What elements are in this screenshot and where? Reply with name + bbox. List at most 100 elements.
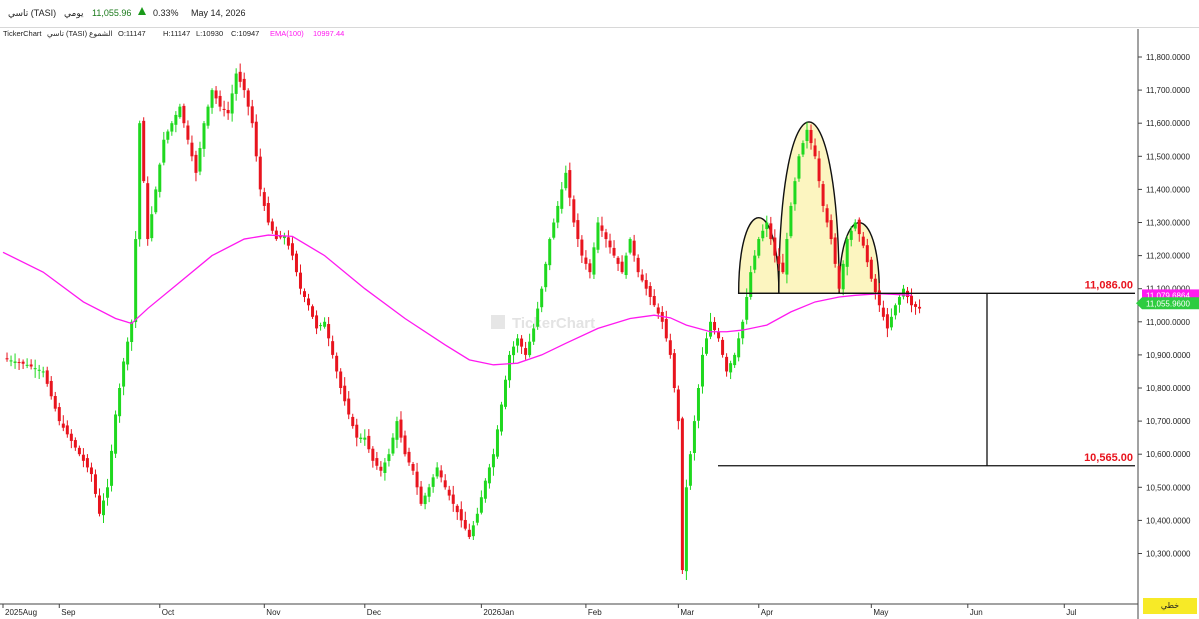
candle-body (491, 454, 495, 468)
candle-body (106, 487, 110, 498)
candle-body (81, 454, 85, 461)
candle-body (186, 125, 190, 140)
candle-body (5, 358, 9, 360)
candle-body (600, 225, 604, 231)
candle-body (616, 257, 620, 264)
x-tick-label: Feb (588, 608, 602, 617)
candle-body (367, 435, 371, 450)
candle-body (242, 78, 246, 91)
candle-body (564, 172, 568, 189)
candle-body (286, 237, 290, 246)
candle-body (97, 495, 101, 514)
candle-body (174, 114, 178, 125)
candle-body (327, 324, 331, 339)
candle-body (363, 437, 367, 440)
candle-body (636, 257, 640, 273)
candle-body (471, 525, 475, 537)
candle-body (769, 223, 773, 240)
candle-body (483, 480, 487, 499)
candle-body (676, 389, 680, 422)
candle-body (206, 106, 210, 126)
candle-body (721, 339, 725, 355)
candle-body (375, 458, 379, 466)
candle-body (556, 205, 560, 223)
candle-body (753, 255, 757, 270)
candle-body (391, 437, 395, 454)
y-tick-label: 10,400.0000 (1146, 516, 1191, 525)
candle-body (544, 263, 548, 288)
candle-body (315, 315, 319, 329)
candle-body (737, 338, 741, 358)
y-tick-label: 10,700.0000 (1146, 417, 1191, 426)
candle-body (560, 189, 564, 209)
candle-body (218, 95, 222, 107)
candle-body (833, 237, 837, 264)
candle-body (102, 500, 105, 516)
draw-mode-button[interactable]: خطي (1143, 598, 1197, 614)
candle-body (853, 222, 857, 229)
candle-body (166, 131, 170, 140)
candle-body (881, 307, 885, 317)
candle-body (841, 263, 845, 290)
candle-body (524, 348, 528, 355)
candle-body (652, 295, 656, 306)
candle-body (592, 247, 596, 275)
candle-body (355, 424, 359, 438)
watermark: TickerChart (491, 315, 595, 332)
candle-body (628, 239, 632, 253)
candle-body (154, 189, 158, 213)
candle-body (443, 480, 447, 488)
x-axis: 2025Aug Sep Oct Nov Dec 2026Jan Feb Mar Apr May Ju… (2, 604, 1077, 617)
candle-body (65, 425, 69, 435)
candle-body (61, 423, 65, 428)
candle-body (552, 222, 556, 238)
candle-body (419, 486, 423, 504)
y-tick-label: 11,600.0000 (1146, 119, 1190, 128)
y-tick-label: 11,700.0000 (1146, 86, 1190, 95)
candle-body (672, 353, 676, 388)
candle-body (725, 356, 729, 372)
candle-body (781, 262, 785, 273)
candle-body (222, 108, 226, 110)
candle-body (158, 164, 162, 192)
y-tick-label: 10,300.0000 (1146, 550, 1191, 559)
candle-body (620, 261, 624, 273)
candle-body (246, 90, 250, 107)
candle-body (343, 385, 347, 402)
candle-body (294, 253, 298, 273)
candle-body (837, 266, 841, 289)
candle-body (459, 509, 463, 521)
candle-body (745, 296, 749, 320)
candle-body (861, 236, 865, 246)
candle-body (41, 371, 45, 373)
candle-body (254, 121, 258, 157)
candle-body (540, 288, 544, 308)
candle-body (829, 220, 833, 240)
candle-body (403, 435, 407, 455)
candle-body (118, 388, 122, 417)
candle-body (765, 222, 769, 230)
candle-body (335, 355, 339, 372)
candle-body (351, 416, 355, 427)
candle-body (528, 341, 532, 356)
x-tick-label: Dec (367, 608, 381, 617)
candle-body (142, 120, 146, 182)
candle-body (857, 219, 861, 235)
candle-body (93, 474, 97, 494)
candle-body (407, 451, 411, 463)
candle-body (182, 105, 186, 124)
candle-body (624, 255, 628, 276)
candle-body (178, 106, 182, 118)
candle-body (757, 239, 761, 256)
candle-body (467, 529, 471, 537)
price-chart[interactable]: TickerChart 11,086.00 10,565.00 11,800.00… (0, 0, 1199, 619)
candle-body (910, 295, 914, 306)
candle-body (512, 346, 516, 356)
candle-body (69, 433, 73, 441)
candle-body (57, 407, 61, 422)
candle-body (379, 466, 383, 471)
candle-body (73, 440, 77, 448)
candle-body (138, 123, 142, 240)
candle-body (817, 158, 821, 182)
candle-body (262, 192, 266, 206)
